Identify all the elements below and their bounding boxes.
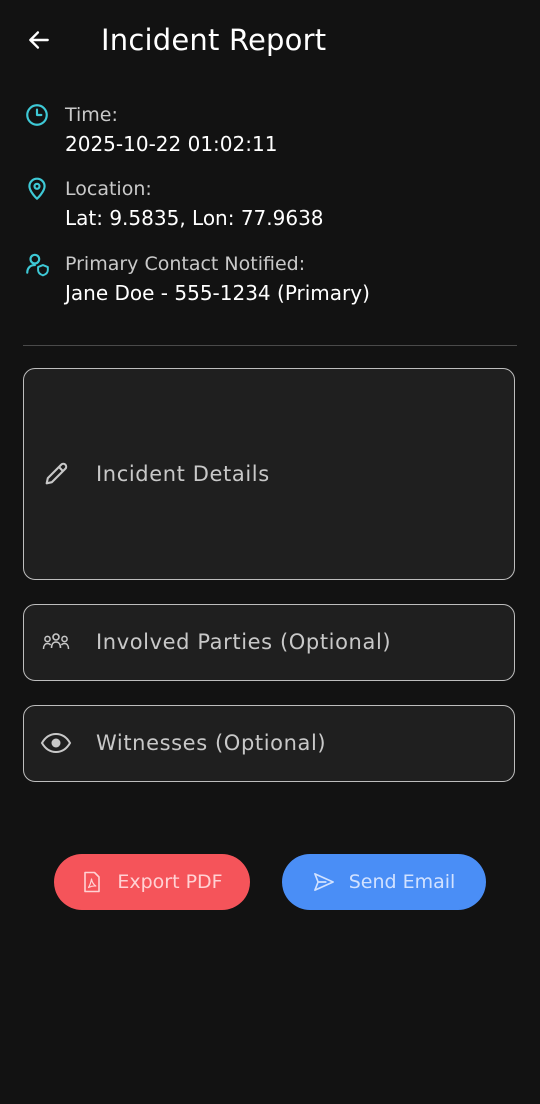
pencil-icon [40, 458, 72, 490]
witnesses-field[interactable]: Witnesses (Optional) [23, 705, 515, 782]
involved-parties-field[interactable]: Involved Parties (Optional) [23, 604, 515, 681]
eye-icon [40, 727, 72, 759]
back-button[interactable] [16, 20, 62, 60]
send-email-label: Send Email [348, 871, 456, 893]
incident-details-field[interactable]: Incident Details [23, 368, 515, 580]
contact-label: Primary Contact Notified: [65, 253, 306, 275]
pdf-file-icon [81, 871, 103, 893]
incident-details-label: Incident Details [96, 462, 270, 486]
divider [23, 345, 517, 346]
incident-report-screen: Incident Report Time: 2025-10-22 01:02:1… [0, 0, 540, 1104]
contact-value: Jane Doe - 555-1234 (Primary) [65, 281, 370, 305]
export-pdf-button[interactable]: Export PDF [54, 854, 250, 910]
people-group-icon [40, 626, 72, 658]
arrow-left-icon [29, 31, 49, 49]
app-bar: Incident Report [0, 0, 540, 80]
time-value: 2025-10-22 01:02:11 [65, 132, 278, 156]
witnesses-label: Witnesses (Optional) [96, 731, 327, 755]
location-value: Lat: 9.5835, Lon: 77.9638 [65, 206, 324, 230]
page-title: Incident Report [101, 23, 327, 57]
clock-icon [26, 104, 48, 126]
time-info: Time: 2025-10-22 01:02:11 [24, 102, 514, 158]
export-pdf-label: Export PDF [117, 871, 223, 893]
contact-info: Primary Contact Notified: Jane Doe - 555… [24, 251, 514, 307]
involved-parties-label: Involved Parties (Optional) [96, 630, 392, 654]
send-icon [313, 871, 335, 893]
location-info: Location: Lat: 9.5835, Lon: 77.9638 [24, 176, 514, 232]
time-label: Time: [65, 104, 118, 126]
map-pin-icon [28, 177, 46, 200]
user-shield-icon [26, 253, 49, 277]
send-email-button[interactable]: Send Email [282, 854, 486, 910]
location-label: Location: [65, 178, 152, 200]
